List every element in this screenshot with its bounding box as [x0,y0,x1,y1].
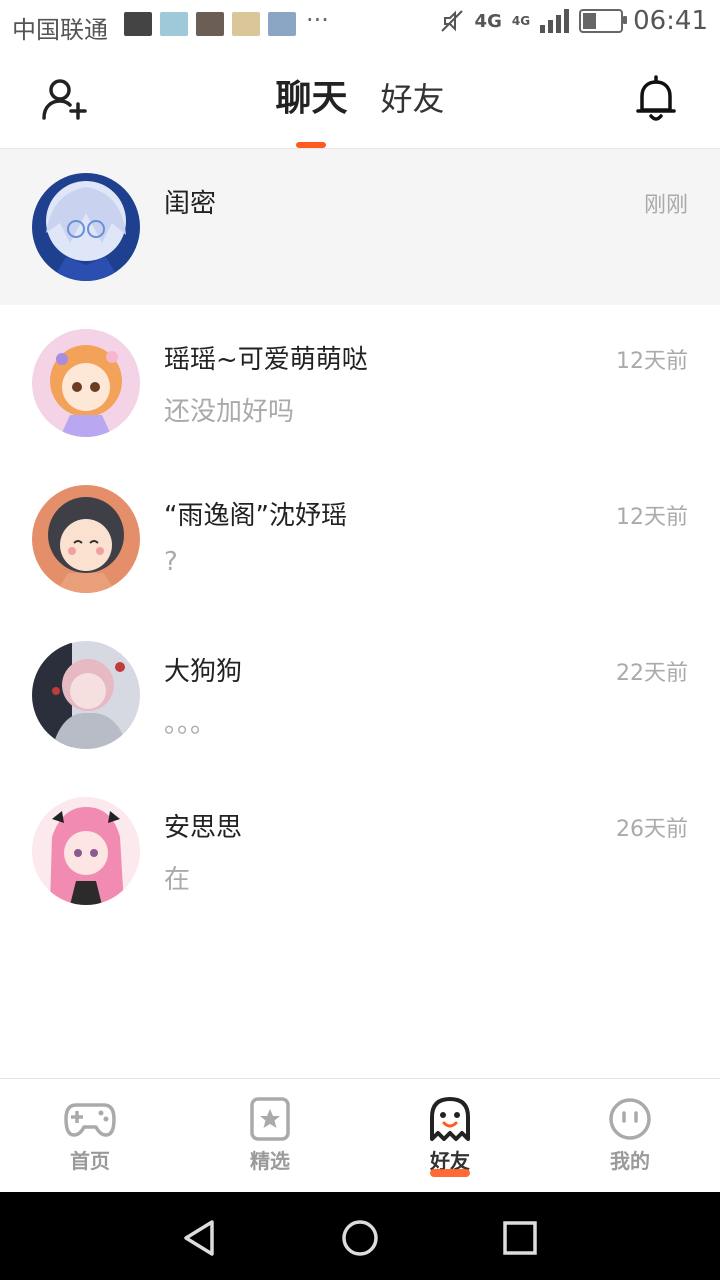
network-type-label: 4G [474,10,502,32]
chat-preview: 在 [164,865,191,895]
chat-row[interactable]: 闺密 刚刚 [0,149,720,305]
nav-item-home[interactable]: 首页 [0,1079,180,1193]
chat-time: 26天前 [616,817,688,842]
nav-item-mine-label: 我的 [610,1149,650,1173]
tab-chat[interactable]: 聊天 [275,50,347,148]
clock: 06:41 [633,6,708,36]
recents-icon[interactable] [500,1218,540,1258]
back-icon[interactable] [180,1218,220,1258]
chat-preview: ? [164,547,178,577]
mute-icon [440,10,463,32]
battery-icon [579,9,628,33]
chat-name: 安思思 [164,813,243,843]
header-tabs: 聊天 好友 [0,50,720,148]
chat-time: 12天前 [616,505,688,530]
status-bar: 中国联通 ··· 4G 4G 06:41 [0,0,720,50]
notification-icons [124,12,296,36]
star-box-icon [250,1097,290,1141]
status-right: 4G 4G 06:41 [439,6,708,36]
signal-icon [540,9,570,33]
more-notifications-icon: ··· [306,6,329,34]
notification-app-icon [196,12,224,36]
chat-time: 刚刚 [643,193,688,218]
active-nav-indicator [430,1169,470,1177]
home-icon[interactable] [340,1218,380,1258]
network-type-small-label: 4G [511,14,531,28]
avatar[interactable] [32,485,140,593]
nav-item-friends[interactable]: 好友 [360,1079,540,1193]
nav-item-mine[interactable]: 我的 [540,1079,720,1193]
notification-app-icon [124,12,152,36]
chat-name: “雨逸阁”沈妤瑶 [164,501,347,531]
chat-preview: 还没加好吗 [164,397,295,427]
carrier-label: 中国联通 [12,16,108,44]
tab-chat-label: 聊天 [275,78,348,119]
ghost-icon [430,1097,470,1141]
avatar[interactable] [32,329,140,437]
top-header: 聊天 好友 [0,50,720,149]
chat-preview: 。。。 [164,709,217,739]
notification-app-icon [160,12,188,36]
chat-row[interactable]: 大狗狗 。。。 22天前 [0,617,720,773]
chat-row[interactable]: 瑶瑶~可爱萌萌哒 还没加好吗 12天前 [0,305,720,461]
chat-list: 闺密 刚刚 瑶瑶~可爱萌萌哒 还没加好吗 12天前 “雨逸阁”沈妤瑶 ? 12天… [0,149,720,929]
avatar[interactable] [32,797,140,905]
nav-item-featured-label: 精选 [250,1149,290,1173]
avatar[interactable] [32,641,140,749]
nav-item-featured[interactable]: 精选 [180,1079,360,1193]
active-tab-indicator [296,142,327,148]
chat-time: 22天前 [616,661,688,686]
chat-name: 闺密 [164,189,217,219]
chat-row[interactable]: 安思思 在 26天前 [0,773,720,929]
chat-name: 瑶瑶~可爱萌萌哒 [164,345,368,375]
tab-friends[interactable]: 好友 [381,50,445,148]
chat-time: 12天前 [616,349,688,374]
notification-app-icon [232,12,260,36]
nav-item-home-label: 首页 [70,1149,110,1173]
notification-app-icon [268,12,296,36]
bell-icon[interactable] [634,74,678,124]
bottom-nav: 首页 精选 好友 我的 [0,1078,720,1193]
tab-friends-label: 好友 [380,80,445,118]
smiley-icon [609,1098,651,1140]
system-nav-bar [0,1192,720,1280]
gamepad-icon [64,1103,116,1137]
chat-row[interactable]: “雨逸阁”沈妤瑶 ? 12天前 [0,461,720,617]
chat-name: 大狗狗 [164,657,243,687]
avatar[interactable] [32,173,140,281]
